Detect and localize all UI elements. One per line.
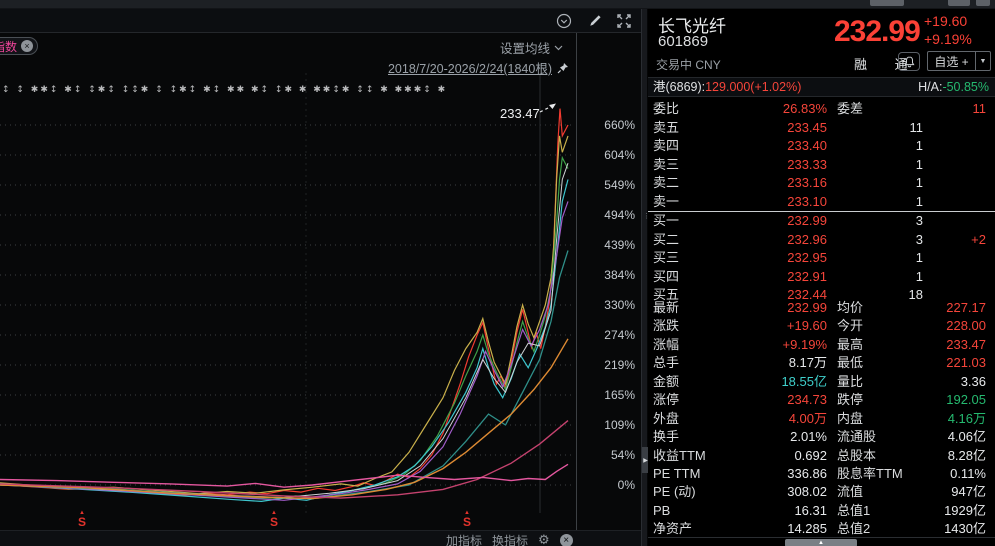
- kline-chart[interactable]: 660% 604% 549% 494% 439% 384% 330% 274% 219% 165%…: [0, 33, 641, 530]
- ask-row[interactable]: 卖二233.161: [648, 174, 995, 193]
- chart-toolbar: [0, 9, 641, 33]
- stat-row: 涨幅+9.19%最高233.47: [648, 336, 995, 354]
- quote-panel: 长飞光纤 601869 交易中 CNY 232.99 +19.60 +9.19%…: [648, 9, 995, 546]
- overlay-index-label: 指数: [0, 38, 17, 55]
- y-axis-tick: 549%: [579, 178, 635, 192]
- y-axis-tick: 604%: [579, 148, 635, 162]
- indicator-bar: 加指标 换指标 ⚙ ×: [0, 530, 641, 546]
- expand-panel-handle[interactable]: ▲: [785, 539, 857, 546]
- y-axis-tick: 330%: [579, 298, 635, 312]
- ex-rights-s-marker[interactable]: ▲S: [461, 510, 473, 528]
- stat-row: PE (动)308.02流值947亿: [648, 483, 995, 501]
- watchlist-label: 自选 +: [928, 53, 975, 70]
- alert-bell-button[interactable]: [898, 52, 920, 71]
- bid-row[interactable]: 买三232.951: [648, 249, 995, 268]
- add-indicator-button[interactable]: 加指标: [446, 532, 482, 546]
- date-range-control: 2018/7/20-2026/2/24(1840根): [388, 58, 569, 77]
- bell-icon: [904, 56, 915, 68]
- switch-indicator-button[interactable]: 换指标: [492, 532, 528, 546]
- ask-row[interactable]: 卖三233.331: [648, 156, 995, 175]
- stat-row: PE TTM336.86股息率TTM0.11%: [648, 465, 995, 483]
- quote-header: 长飞光纤 601869 交易中 CNY 232.99 +19.60 +9.19%…: [648, 9, 995, 77]
- top-strip-handle: [948, 0, 970, 6]
- event-markers-row: ↕ ↕ ✱✱↕ ✱↕ ↕✱↕ ↕↕✱ ↕ ↕✱↕ ✱↕ ✱✱ ✱↕ ↕✱ ✱ ✱…: [2, 85, 550, 97]
- y-axis-tick: 439%: [579, 238, 635, 252]
- ask-row[interactable]: 卖四233.401: [648, 137, 995, 156]
- stat-row: PB16.31总值11929亿: [648, 502, 995, 520]
- date-range-text[interactable]: 2018/7/20-2026/2/24(1840根): [388, 58, 552, 77]
- stat-row: 最新232.99均价227.17: [648, 299, 995, 317]
- ex-rights-s-marker[interactable]: ▲S: [76, 510, 88, 528]
- stat-row: 涨停234.73跌停192.05: [648, 391, 995, 409]
- y-axis-tick: 384%: [579, 268, 635, 282]
- y-axis-tick: 0%: [579, 478, 635, 492]
- top-strip-handle: [976, 0, 990, 6]
- add-watchlist-button[interactable]: 自选 + ▼: [927, 51, 991, 71]
- quote-bottom-splitter: ▲: [648, 537, 995, 546]
- watchlist-dropdown[interactable]: ▼: [975, 52, 990, 70]
- stat-row: 金额18.55亿量比3.36: [648, 373, 995, 391]
- stat-row: 涨跌+19.60今开228.00: [648, 317, 995, 335]
- series-teal-line: [0, 251, 568, 499]
- y-axis-tick: 219%: [579, 358, 635, 372]
- series-cyan-line: [0, 180, 568, 502]
- series-orange-line: [0, 339, 568, 499]
- y-axis-tick: 54%: [579, 448, 635, 462]
- indicator-close-icon[interactable]: ×: [560, 534, 573, 546]
- ha-premium-label: H/A:: [918, 80, 942, 94]
- series-khaki-line: [0, 136, 568, 494]
- ha-premium-value: -50.85%: [942, 80, 989, 94]
- bid-row[interactable]: 买一232.993: [648, 212, 995, 231]
- pin-icon[interactable]: [557, 62, 569, 74]
- chart-plot-canvas[interactable]: [0, 33, 577, 530]
- price-change-percent: +9.19%: [924, 31, 972, 47]
- stats-grid: 最新232.99均价227.17涨跌+19.60今开228.00涨幅+9.19%…: [648, 299, 995, 539]
- stock-code: 601869: [658, 33, 708, 50]
- series-green-line: [0, 158, 568, 500]
- caret-down-icon: ▼: [980, 58, 987, 65]
- hk-code-label: 港(6869):: [653, 80, 705, 94]
- trading-status: 交易中 CNY: [656, 56, 721, 73]
- series-rose-line: [0, 421, 568, 499]
- ma-settings-label: 设置均线: [500, 38, 550, 57]
- price-change: +19.60: [924, 13, 967, 29]
- hk-listing-row[interactable]: 港(6869):129.000(+1.02%) H/A:-50.85%: [648, 77, 995, 97]
- stat-row: 总手8.17万最低221.03: [648, 354, 995, 372]
- window-top-strip: [0, 0, 995, 9]
- ex-rights-s-marker[interactable]: ▲S: [268, 510, 280, 528]
- stat-row: 外盘4.00万内盘4.16万: [648, 410, 995, 428]
- high-price-annotation: 233.47: [500, 106, 540, 121]
- series-white-line: [0, 163, 568, 497]
- overlay-index-tag[interactable]: 指数 ×: [0, 37, 38, 55]
- series-pink-line: [0, 464, 568, 487]
- draw-brush-icon[interactable]: [585, 12, 603, 30]
- ask-row[interactable]: 卖一233.101: [648, 193, 995, 212]
- stat-row: 净资产14.285总值21430亿: [648, 520, 995, 538]
- top-strip-handle: [870, 0, 904, 6]
- chart-y-axis: 660% 604% 549% 494% 439% 384% 330% 274% 219% 165%…: [577, 33, 639, 513]
- y-axis-tick: 165%: [579, 388, 635, 402]
- indicator-settings-gear-icon[interactable]: ⚙: [538, 533, 550, 546]
- ask-row[interactable]: 卖五233.4511: [648, 119, 995, 138]
- annotation-arrowhead: [549, 104, 556, 110]
- trading-app-window: 660% 604% 549% 494% 439% 384% 330% 274% 219% 165%…: [0, 0, 995, 546]
- order-book: 委比26.83%委差11卖五233.4511卖四233.401卖三233.331…: [648, 100, 995, 305]
- stat-row: 换手2.01%流通股4.06亿: [648, 428, 995, 446]
- panel-splitter[interactable]: ⋮⋮ ▶: [641, 9, 648, 546]
- stat-row: 收益TTM0.692总股本8.28亿: [648, 447, 995, 465]
- fullscreen-icon[interactable]: [615, 12, 633, 30]
- y-axis-tick: 660%: [579, 118, 635, 132]
- bid-row[interactable]: 买二232.963+2: [648, 231, 995, 250]
- y-axis-tick: 109%: [579, 418, 635, 432]
- y-axis-tick: 494%: [579, 208, 635, 222]
- chevron-down-icon: [554, 45, 563, 51]
- bid-row[interactable]: 买四232.911: [648, 268, 995, 287]
- y-axis-tick: 274%: [579, 328, 635, 342]
- tag-close-icon[interactable]: ×: [21, 40, 33, 52]
- hk-price: 129.000(+1.02%): [705, 80, 801, 94]
- weibi-row: 委比26.83%委差11: [648, 100, 995, 119]
- collapse-circle-icon[interactable]: [555, 12, 573, 30]
- ma-settings-button[interactable]: 设置均线: [500, 38, 563, 57]
